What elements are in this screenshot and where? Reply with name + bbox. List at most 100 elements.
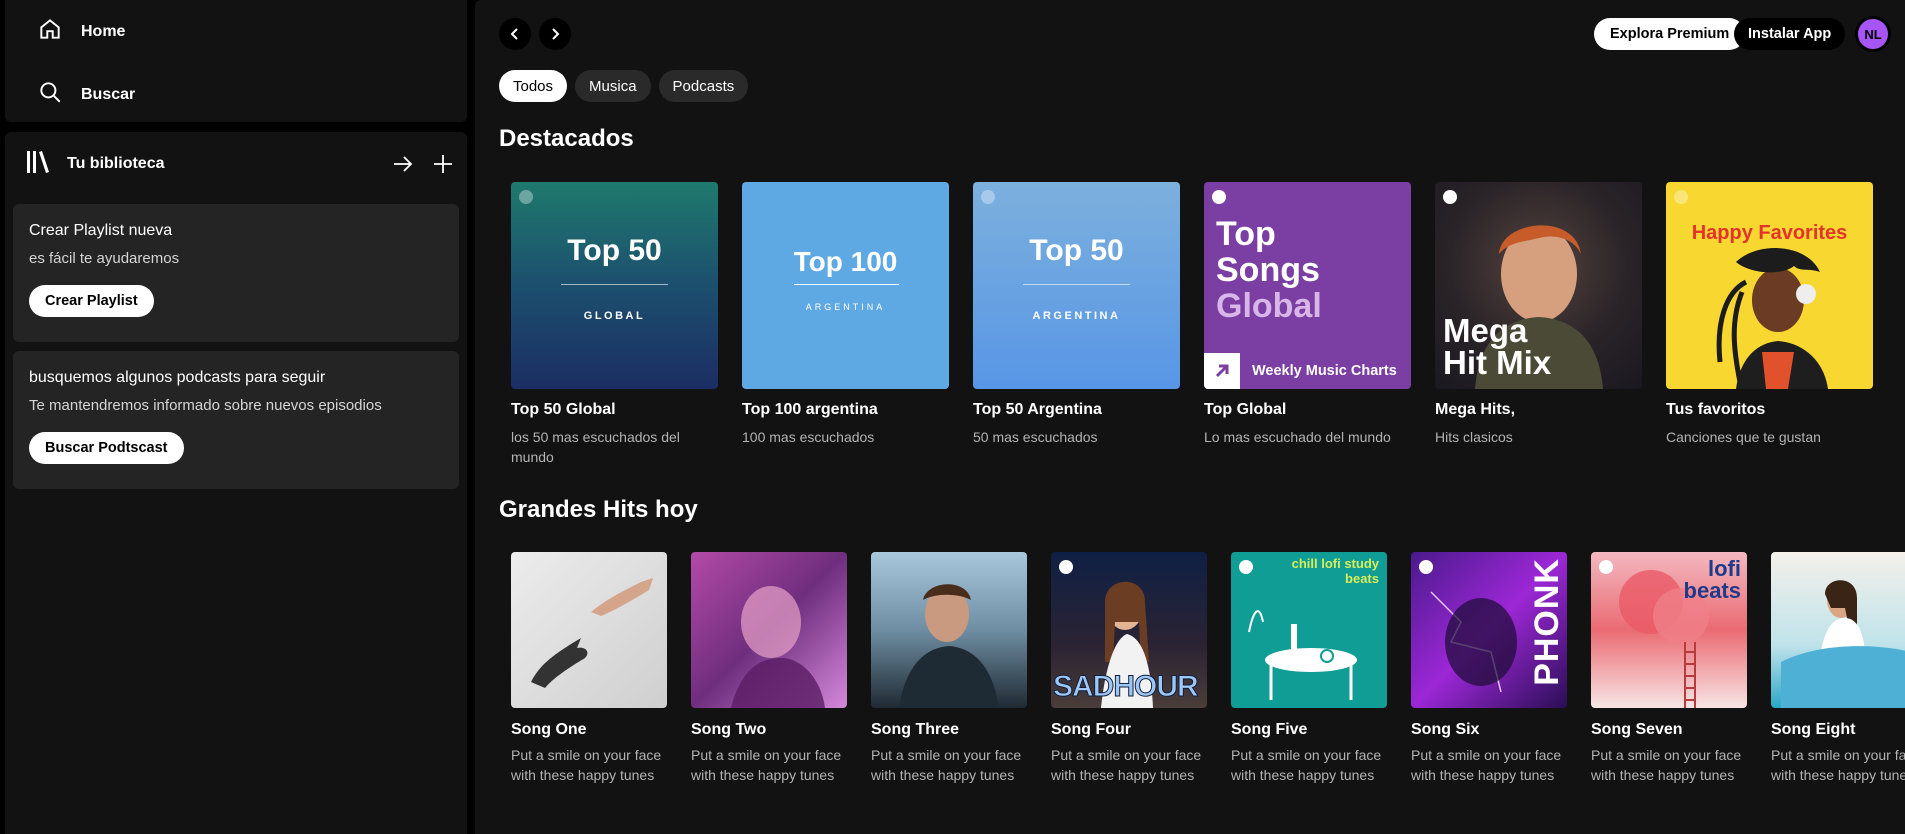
card-description: los 50 mas escuchados del mundo <box>511 429 680 465</box>
song-card[interactable]: Song Eight Put a smile on your face with… <box>1771 552 1905 785</box>
chip-todos[interactable]: Todos <box>499 70 568 102</box>
playlist-cover: Top 100 ARGENTINA <box>742 182 949 389</box>
song-cover <box>1771 552 1905 708</box>
chevron-left-icon <box>510 28 518 40</box>
library-header: Tu biblioteca <box>23 148 457 180</box>
card-description: Lo mas escuchado del mundo <box>1204 429 1391 445</box>
explore-premium-button[interactable]: Explora Premium <box>1594 18 1746 50</box>
playlist-card[interactable]: Top 50 ARGENTINA Top 50 Argentina 50 mas… <box>973 182 1180 467</box>
arrow-right-icon[interactable] <box>389 150 417 178</box>
cover-title: PHONK <box>1528 558 1566 686</box>
song-card[interactable]: lofi beats Song Seven Put a smile on you… <box>1591 552 1747 785</box>
playlist-cover: Happy Favorites <box>1666 182 1873 389</box>
library-panel: Tu biblioteca Crear Playlist nueva es fá… <box>5 132 467 834</box>
cover-subtitle: GLOBAL <box>583 310 646 322</box>
song-cover <box>691 552 847 708</box>
song-title: Song Two <box>691 721 767 738</box>
song-description: Put a smile on your face with these happ… <box>1771 747 1905 783</box>
create-playlist-card: Crear Playlist nueva es fácil te ayudare… <box>13 204 459 342</box>
playlist-cover: Top 50 ARGENTINA <box>973 182 1180 389</box>
card-description: Hits clasicos <box>1435 429 1513 445</box>
cover-portrait <box>1716 248 1828 389</box>
forward-button[interactable] <box>539 18 571 50</box>
nav-search[interactable]: Buscar <box>37 79 135 110</box>
song-title: Song One <box>511 721 587 738</box>
home-icon <box>37 16 63 47</box>
song-cover: SADHOUR <box>1051 552 1207 708</box>
create-playlist-title: Crear Playlist nueva <box>29 222 173 239</box>
create-playlist-button[interactable]: Crear Playlist <box>29 285 154 317</box>
top-bar: Explora Premium Instalar App NL <box>499 16 1905 52</box>
playlist-cover: Mega Hit Mix <box>1435 182 1642 389</box>
nav-home-label: Home <box>81 22 126 40</box>
song-title: Song Three <box>871 721 960 738</box>
song-cover: lofi beats <box>1591 552 1747 708</box>
create-playlist-subtitle: es fácil te ayudaremos <box>29 250 180 267</box>
song-description: Put a smile on your face with these happ… <box>1591 747 1742 783</box>
nav-search-label: Buscar <box>81 85 136 103</box>
cover-title: Top 50 <box>1029 234 1124 267</box>
featured-row: Top 50 GLOBAL Top 50 Global los 50 mas e… <box>511 182 1873 467</box>
song-title: Song Six <box>1411 721 1480 738</box>
cover-title: Top 50 <box>567 234 662 267</box>
song-description: Put a smile on your face with these happ… <box>871 747 1022 783</box>
section-title-hits: Grandes Hits hoy <box>499 496 698 523</box>
card-title: Top Global <box>1204 401 1287 418</box>
card-title: Mega Hits, <box>1435 401 1516 418</box>
chip-musica[interactable]: Musica <box>575 70 651 102</box>
weekly-charts-banner: Weekly Music Charts <box>1204 353 1411 389</box>
song-card[interactable]: Song Three Put a smile on your face with… <box>871 552 1027 785</box>
song-cover <box>871 552 1027 708</box>
playlist-cover: Top Songs Global Weekly Music Charts <box>1204 182 1411 389</box>
hits-row: Song One Put a smile on your face with t… <box>511 552 1905 785</box>
song-card[interactable]: PHONK Song Six Put a smile on your face … <box>1411 552 1567 785</box>
song-card[interactable]: Song Two Put a smile on your face with t… <box>691 552 847 785</box>
song-description: Put a smile on your face with these happ… <box>1051 747 1202 783</box>
library-toggle[interactable]: Tu biblioteca <box>23 147 164 182</box>
chip-podcasts[interactable]: Podcasts <box>658 70 749 102</box>
podcasts-subtitle: Te mantendremos informado sobre nuevos e… <box>29 397 382 414</box>
playlist-card[interactable]: Top 50 GLOBAL Top 50 Global los 50 mas e… <box>511 182 718 467</box>
card-title: Top 100 argentina <box>742 401 878 418</box>
browse-podcasts-button[interactable]: Buscar Podtscast <box>29 432 184 464</box>
cover-title: Top 100 <box>793 246 898 277</box>
library-title: Tu biblioteca <box>67 155 165 172</box>
card-description: Canciones que te gustan <box>1666 429 1821 445</box>
song-card[interactable]: chill lofi study beats Song Five Put a s… <box>1231 552 1387 785</box>
song-card[interactable]: SADHOUR Song Four Put a smile on your fa… <box>1051 552 1207 785</box>
cover-subtitle: ARGENTINA <box>1032 310 1121 322</box>
song-description: Put a smile on your face with these happ… <box>691 747 842 783</box>
cover-divider <box>561 284 668 285</box>
cover-divider <box>794 284 899 285</box>
avatar[interactable]: NL <box>1855 16 1891 52</box>
spotify-logo-icon <box>1212 190 1226 204</box>
playlist-card[interactable]: Happy Favorites Tus favoritos Canciones … <box>1666 182 1873 467</box>
back-button[interactable] <box>499 18 531 50</box>
cover-title: Mega Hit Mix <box>1443 312 1552 381</box>
song-title: Song Seven <box>1591 721 1683 738</box>
podcasts-title: busquemos algunos podcasts para seguir <box>29 369 326 386</box>
song-card[interactable]: Song One Put a smile on your face with t… <box>511 552 667 785</box>
arrow-up-right-icon <box>1204 353 1240 389</box>
cover-title: lofi beats <box>1683 556 1741 603</box>
plus-icon[interactable] <box>429 150 457 178</box>
song-description: Put a smile on your face with these happ… <box>1231 747 1382 783</box>
card-description: 50 mas escuchados <box>973 429 1098 445</box>
section-title-featured: Destacados <box>499 125 634 152</box>
song-cover: PHONK <box>1411 552 1567 708</box>
cover-title: Top Songs Global <box>1216 215 1322 325</box>
card-title: Top 50 Argentina <box>973 401 1102 418</box>
card-title: Tus favoritos <box>1666 401 1766 418</box>
install-app-button[interactable]: Instalar App <box>1734 18 1846 50</box>
cover-subtitle: ARGENTINA <box>805 302 886 312</box>
playlist-card[interactable]: Top Songs Global Weekly Music Charts Top… <box>1204 182 1411 467</box>
nav-home[interactable]: Home <box>37 16 125 47</box>
podcasts-card: busquemos algunos podcasts para seguir T… <box>13 351 459 489</box>
search-icon <box>37 79 63 110</box>
playlist-card[interactable]: Top 100 ARGENTINA Top 100 argentina 100 … <box>742 182 949 467</box>
filter-chips: Todos Musica Podcasts <box>499 70 749 102</box>
song-title: Song Five <box>1231 721 1308 738</box>
song-description: Put a smile on your face with these happ… <box>511 747 662 783</box>
playlist-card[interactable]: Mega Hit Mix Mega Hits, Hits clasicos <box>1435 182 1642 467</box>
cover-title: SADHOUR <box>1053 670 1200 704</box>
